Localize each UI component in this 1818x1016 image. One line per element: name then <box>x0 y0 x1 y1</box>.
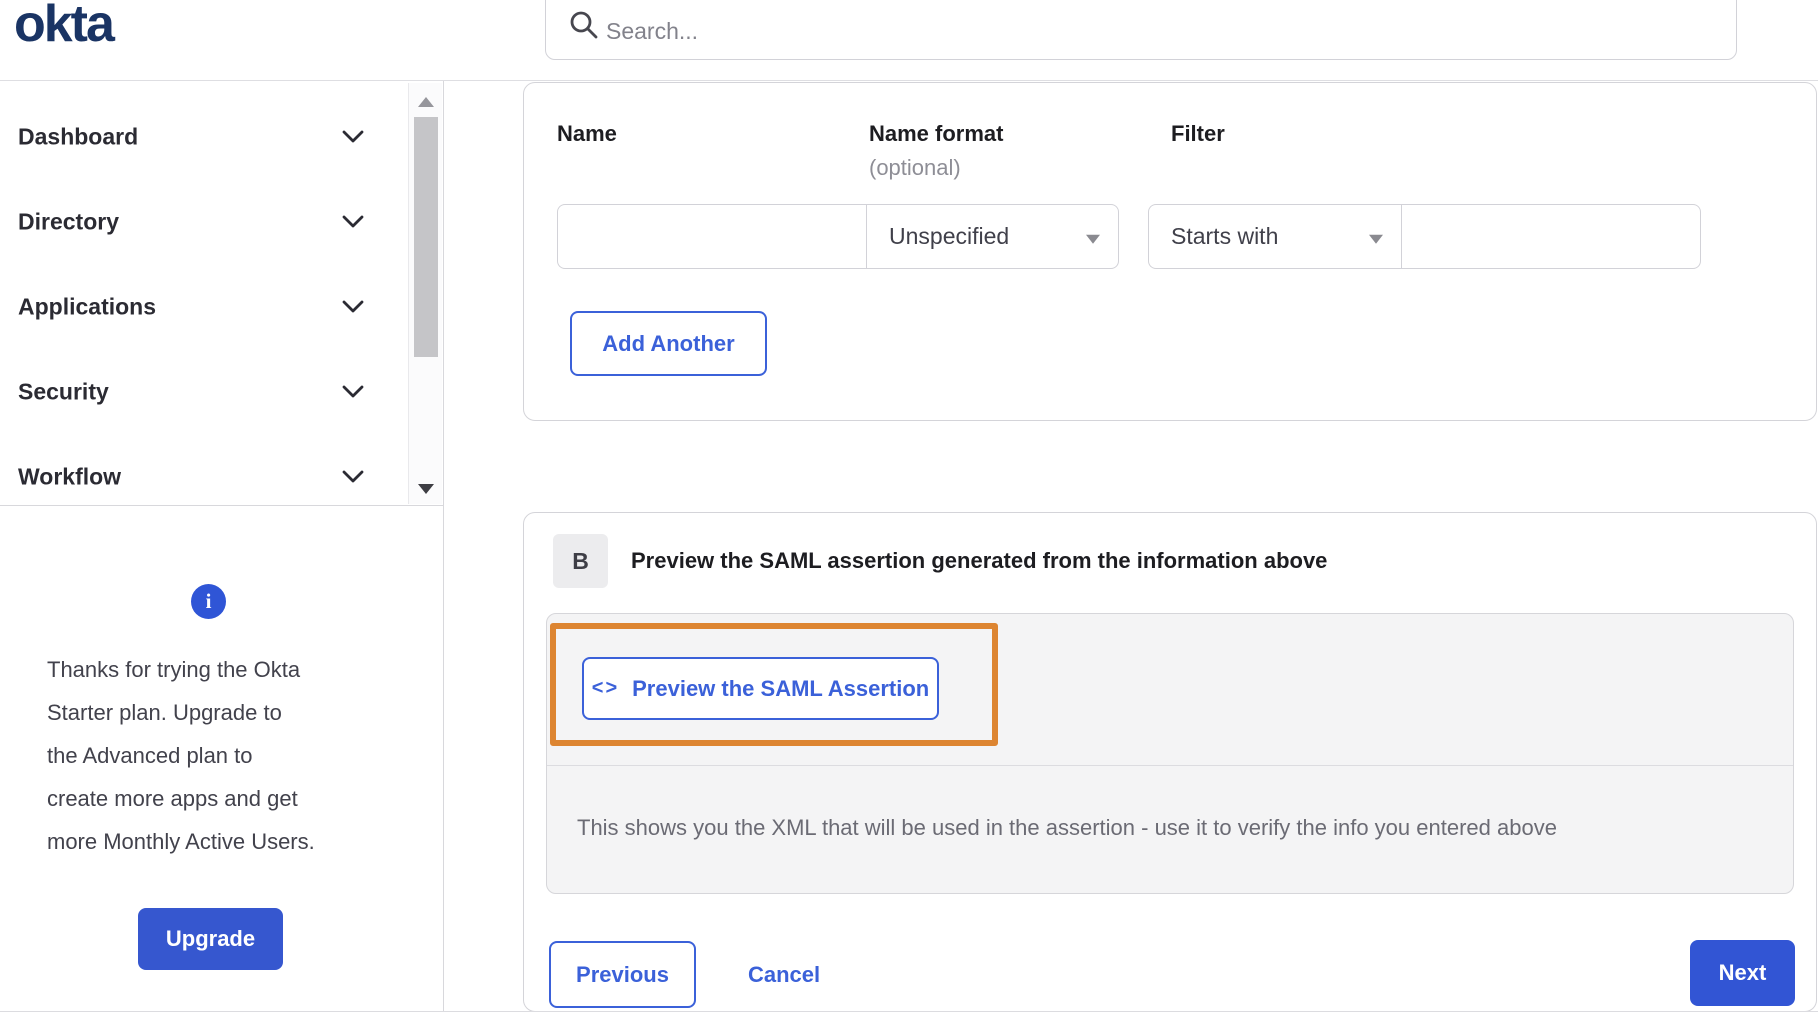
sidebar-item-dashboard[interactable]: Dashboard <box>0 109 405 165</box>
previous-button[interactable]: Previous <box>549 941 696 1008</box>
next-button[interactable]: Next <box>1690 940 1795 1006</box>
name-format-column-label: Name format <box>869 121 1003 147</box>
filter-value-input[interactable] <box>1401 204 1701 269</box>
page-bottom-divider <box>0 1011 1818 1012</box>
sidebar-item-workflow[interactable]: Workflow <box>0 449 405 505</box>
chevron-down-icon <box>342 215 364 229</box>
left-sidebar: Dashboard Directory Applications Securit… <box>0 81 444 1011</box>
global-search-box <box>545 0 1737 60</box>
filter-operator-value: Starts with <box>1171 223 1278 250</box>
scroll-down-icon[interactable] <box>418 484 434 494</box>
name-column-label: Name <box>557 121 617 147</box>
chevron-down-icon <box>342 385 364 399</box>
sidebar-scrollbar[interactable] <box>408 83 442 504</box>
preview-saml-assertion-button[interactable]: <> Preview the SAML Assertion <box>582 657 939 720</box>
dropdown-caret-icon <box>1086 234 1100 243</box>
sidebar-item-label: Applications <box>18 294 156 321</box>
filter-operator-select[interactable]: Starts with <box>1148 204 1401 269</box>
sidebar-nav: Dashboard Directory Applications Securit… <box>0 81 443 506</box>
add-another-button[interactable]: Add Another <box>570 311 767 376</box>
code-brackets-icon: <> <box>592 677 619 700</box>
chevron-down-icon <box>342 130 364 144</box>
name-format-select[interactable]: Unspecified <box>866 204 1119 269</box>
sidebar-item-label: Directory <box>18 209 119 236</box>
sidebar-item-applications[interactable]: Applications <box>0 279 405 335</box>
assertion-description: This shows you the XML that will be used… <box>577 815 1557 841</box>
scroll-up-icon[interactable] <box>418 97 434 107</box>
chevron-down-icon <box>342 300 364 314</box>
preview-section-heading: Preview the SAML assertion generated fro… <box>631 548 1327 574</box>
chevron-down-icon <box>342 470 364 484</box>
sidebar-item-directory[interactable]: Directory <box>0 194 405 250</box>
name-format-value: Unspecified <box>889 223 1009 250</box>
okta-logo: okta <box>14 0 113 54</box>
filter-column-label: Filter <box>1171 121 1225 147</box>
info-icon <box>191 584 226 619</box>
preview-assertion-panel: B Preview the SAML assertion generated f… <box>523 512 1817 1012</box>
trial-notice-text: Thanks for trying the Okta Starter plan.… <box>47 648 387 863</box>
box-divider <box>547 765 1793 766</box>
preview-assertion-box: <> Preview the SAML Assertion This shows… <box>546 613 1794 894</box>
sidebar-item-label: Dashboard <box>18 124 138 151</box>
sidebar-item-label: Security <box>18 379 109 406</box>
search-input[interactable] <box>606 11 1606 51</box>
optional-hint: (optional) <box>869 155 961 181</box>
step-b-badge: B <box>553 534 608 588</box>
cancel-button[interactable]: Cancel <box>748 941 820 1008</box>
search-icon <box>568 9 600 41</box>
sidebar-item-security[interactable]: Security <box>0 364 405 420</box>
scrollbar-thumb[interactable] <box>414 117 438 357</box>
preview-button-label: Preview the SAML Assertion <box>632 676 929 702</box>
dropdown-caret-icon <box>1369 234 1383 243</box>
attribute-name-input[interactable] <box>557 204 866 269</box>
sidebar-item-label: Workflow <box>18 464 121 491</box>
attribute-statements-panel: Name Name format (optional) Filter Unspe… <box>523 82 1817 421</box>
upgrade-button[interactable]: Upgrade <box>138 908 283 970</box>
